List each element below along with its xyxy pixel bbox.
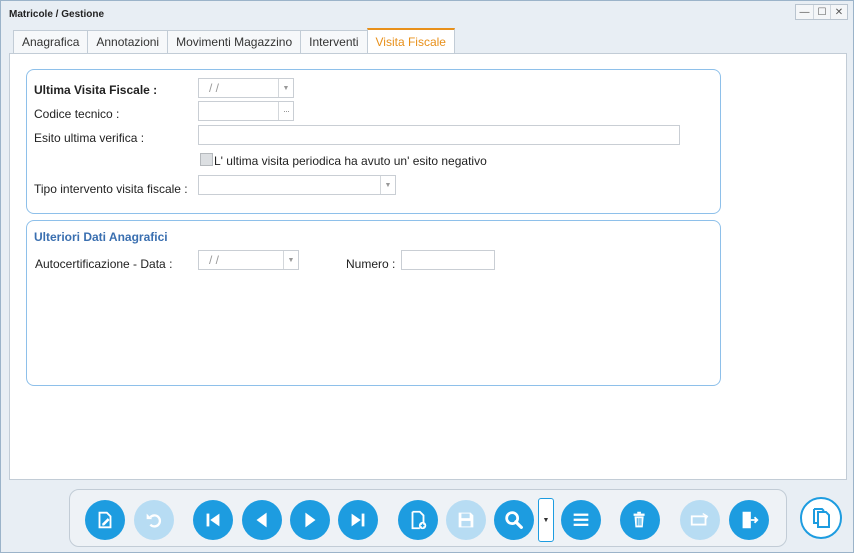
window: Matricole / Gestione — ☐ ✕ Anagrafica An… xyxy=(0,0,854,553)
save-icon xyxy=(458,512,474,528)
next-icon xyxy=(305,512,316,528)
esito-label: Esito ultima verifica : xyxy=(34,131,145,145)
tab-interventi[interactable]: Interventi xyxy=(300,30,368,53)
numero-field[interactable] xyxy=(401,250,495,270)
list-icon xyxy=(573,513,589,526)
close-button[interactable]: ✕ xyxy=(830,5,847,19)
save-button[interactable] xyxy=(446,500,486,540)
codice-tecnico-label: Codice tecnico : xyxy=(34,107,120,121)
skip-last-icon xyxy=(351,513,365,527)
codice-tecnico-field[interactable]: ··· xyxy=(198,101,294,121)
chevron-down-icon: ▼ xyxy=(542,516,550,524)
tab-content: Ultima Visita Fiscale : / / ▼ Codice tec… xyxy=(9,53,847,480)
ultima-visita-label: Ultima Visita Fiscale : xyxy=(34,83,158,97)
undo-button[interactable] xyxy=(134,500,174,540)
tab-bar: Anagrafica Annotazioni Movimenti Magazzi… xyxy=(13,28,455,54)
esito-negativo-label: L' ultima visita periodica ha avuto un' … xyxy=(214,154,487,168)
window-title: Matricole / Gestione xyxy=(9,9,105,20)
minimize-button[interactable]: — xyxy=(796,5,813,19)
previous-icon xyxy=(256,512,267,528)
esito-negativo-checkbox[interactable] xyxy=(200,153,213,166)
ulteriori-dati-group: Ulteriori Dati Anagrafici Autocertificaz… xyxy=(26,220,721,386)
exit-door-icon xyxy=(742,511,759,529)
list-button[interactable] xyxy=(561,500,601,540)
ultima-visita-value: / / xyxy=(209,81,220,95)
tipo-intervento-label: Tipo intervento visita fiscale : xyxy=(34,182,188,196)
chevron-down-icon[interactable]: ▼ xyxy=(380,176,395,194)
last-record-button[interactable] xyxy=(338,500,378,540)
tab-anagrafica[interactable]: Anagrafica xyxy=(13,30,89,53)
visita-fiscale-group: Ultima Visita Fiscale : / / ▼ Codice tec… xyxy=(26,69,721,214)
tab-movimenti-magazzino[interactable]: Movimenti Magazzino xyxy=(167,30,302,53)
previous-record-button[interactable] xyxy=(242,500,282,540)
tab-visita-fiscale[interactable]: Visita Fiscale xyxy=(366,28,455,53)
ulteriori-dati-title: Ulteriori Dati Anagrafici xyxy=(34,230,168,244)
edit-document-icon xyxy=(98,511,112,529)
next-record-button[interactable] xyxy=(290,500,330,540)
skip-first-icon xyxy=(206,513,220,527)
numero-label: Numero : xyxy=(346,257,396,271)
print-button[interactable] xyxy=(680,500,720,540)
trash-icon xyxy=(633,511,645,528)
print-icon xyxy=(690,512,709,526)
new-document-icon xyxy=(411,510,427,530)
search-icon xyxy=(505,511,523,529)
tab-annotazioni[interactable]: Annotazioni xyxy=(87,30,169,53)
tipo-intervento-select[interactable]: ▼ xyxy=(198,175,396,195)
record-toolbar: ▼ xyxy=(69,489,787,547)
copy-documents-icon xyxy=(813,508,830,528)
chevron-down-icon[interactable]: ▼ xyxy=(283,251,298,269)
window-controls: — ☐ ✕ xyxy=(795,4,848,20)
autocertificazione-value: / / xyxy=(209,253,220,267)
delete-button[interactable] xyxy=(620,500,660,540)
new-record-button[interactable] xyxy=(398,500,438,540)
autocertificazione-date-field[interactable]: / / ▼ xyxy=(198,250,299,270)
first-record-button[interactable] xyxy=(193,500,233,540)
undo-icon xyxy=(146,513,162,528)
ultima-visita-date-field[interactable]: / / ▼ xyxy=(198,78,294,98)
copy-documents-button[interactable] xyxy=(800,497,842,539)
esito-field[interactable] xyxy=(198,125,680,145)
search-button[interactable] xyxy=(494,500,534,540)
ellipsis-icon[interactable]: ··· xyxy=(278,102,293,120)
autocertificazione-label: Autocertificazione - Data : xyxy=(35,257,173,271)
chevron-down-icon[interactable]: ▼ xyxy=(278,79,293,97)
search-options-dropdown[interactable]: ▼ xyxy=(538,498,554,542)
exit-button[interactable] xyxy=(729,500,769,540)
edit-button[interactable] xyxy=(85,500,125,540)
title-bar: Matricole / Gestione — ☐ ✕ xyxy=(1,1,853,27)
maximize-button[interactable]: ☐ xyxy=(813,5,830,19)
